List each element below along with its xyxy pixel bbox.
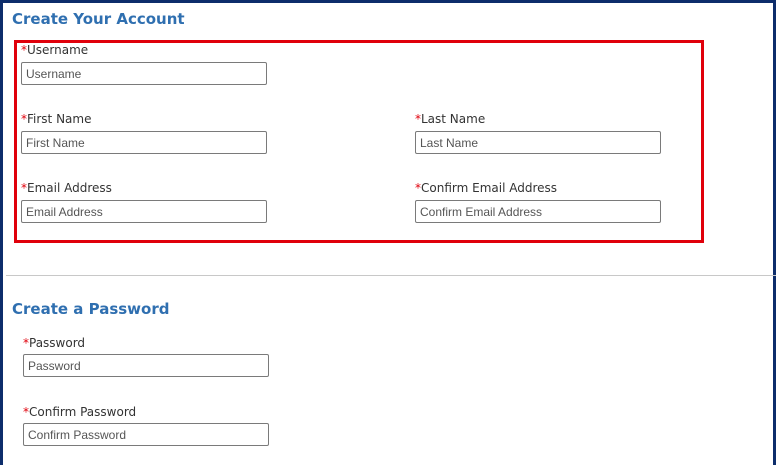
last-name-input[interactable] bbox=[415, 131, 661, 154]
confirm-email-label-text: Confirm Email Address bbox=[421, 181, 558, 195]
email-input[interactable] bbox=[21, 200, 267, 223]
confirm-email-input[interactable] bbox=[415, 200, 661, 223]
first-name-input[interactable] bbox=[21, 131, 267, 154]
first-name-label: *First Name bbox=[21, 112, 91, 126]
username-label: *Username bbox=[21, 43, 88, 57]
last-name-label: *Last Name bbox=[415, 112, 485, 126]
username-label-text: Username bbox=[27, 43, 89, 57]
create-account-heading: Create Your Account bbox=[12, 10, 185, 28]
password-input[interactable] bbox=[23, 354, 269, 377]
password-label: *Password bbox=[23, 336, 85, 350]
email-label-text: Email Address bbox=[27, 181, 112, 195]
confirm-password-label: *Confirm Password bbox=[23, 405, 136, 419]
confirm-email-label: *Confirm Email Address bbox=[415, 181, 557, 195]
section-divider bbox=[6, 275, 776, 276]
last-name-label-text: Last Name bbox=[421, 112, 486, 126]
username-input[interactable] bbox=[21, 62, 267, 85]
registration-form-panel: Create Your Account *Username *First Nam… bbox=[0, 0, 776, 465]
confirm-password-input[interactable] bbox=[23, 423, 269, 446]
confirm-password-label-text: Confirm Password bbox=[29, 405, 137, 419]
email-label: *Email Address bbox=[21, 181, 112, 195]
password-label-text: Password bbox=[29, 336, 86, 350]
create-password-heading: Create a Password bbox=[12, 300, 170, 318]
first-name-label-text: First Name bbox=[27, 112, 92, 126]
